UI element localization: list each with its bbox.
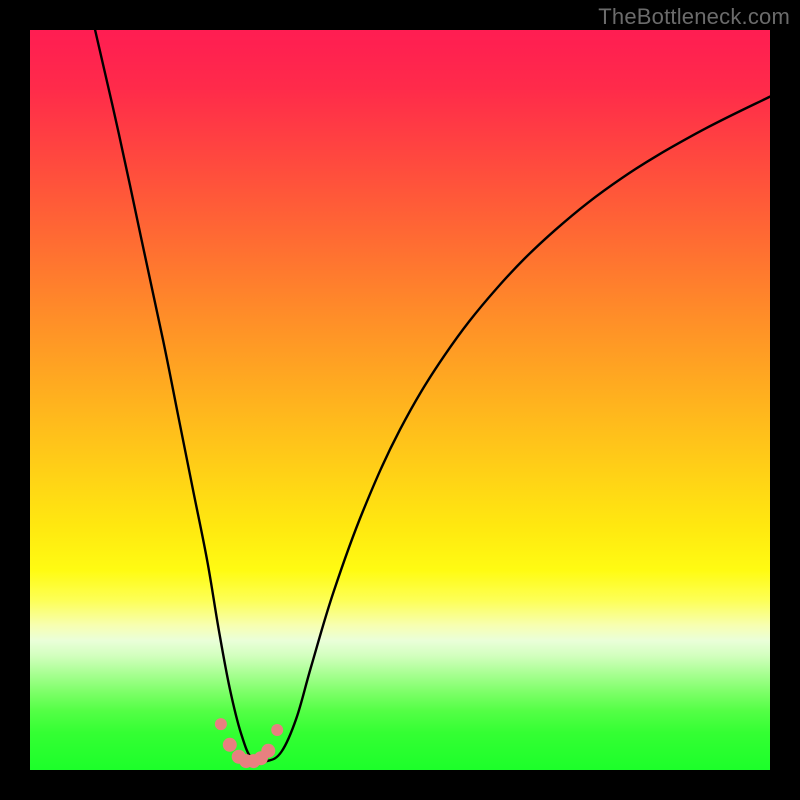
bottleneck-curve: [95, 30, 770, 762]
marker-dot: [215, 718, 227, 730]
curve-layer: [30, 30, 770, 770]
marker-dot: [271, 724, 283, 736]
watermark-text: TheBottleneck.com: [598, 4, 790, 30]
chart-frame: TheBottleneck.com: [0, 0, 800, 800]
marker-dot: [223, 738, 237, 752]
plot-area: [30, 30, 770, 770]
marker-dot: [261, 744, 275, 758]
